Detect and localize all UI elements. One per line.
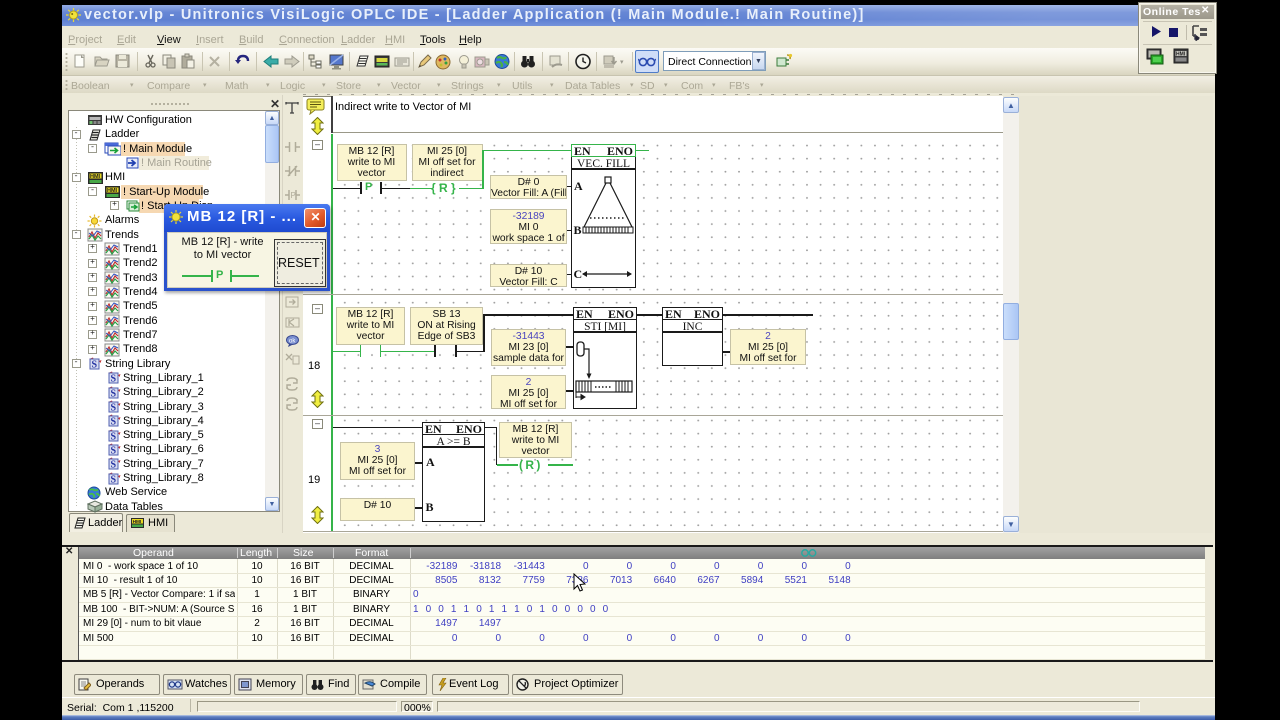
svg-text:S: S (111, 445, 117, 456)
svg-text:S: S (111, 417, 117, 428)
svg-text:S: S (111, 474, 117, 485)
svg-text:S: S (111, 460, 117, 471)
svg-text:S: S (111, 374, 117, 385)
svg-text:S: S (111, 388, 117, 399)
svg-text:HMI: HMI (1176, 52, 1186, 58)
svg-text:HMI: HMI (90, 174, 101, 180)
svg-text:P: P (291, 191, 296, 200)
svg-text:ok: ok (289, 339, 296, 345)
svg-text:HMI: HMI (133, 519, 142, 525)
svg-text:S: S (111, 431, 117, 442)
svg-text:S: S (92, 360, 98, 371)
svg-text:S: S (111, 403, 117, 414)
svg-text:HMI: HMI (107, 188, 118, 194)
